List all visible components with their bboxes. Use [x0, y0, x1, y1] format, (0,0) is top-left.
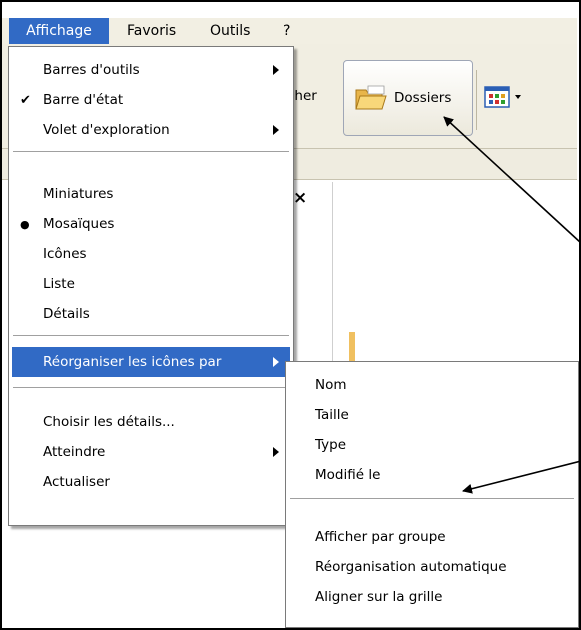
image-border — [0, 0, 581, 630]
